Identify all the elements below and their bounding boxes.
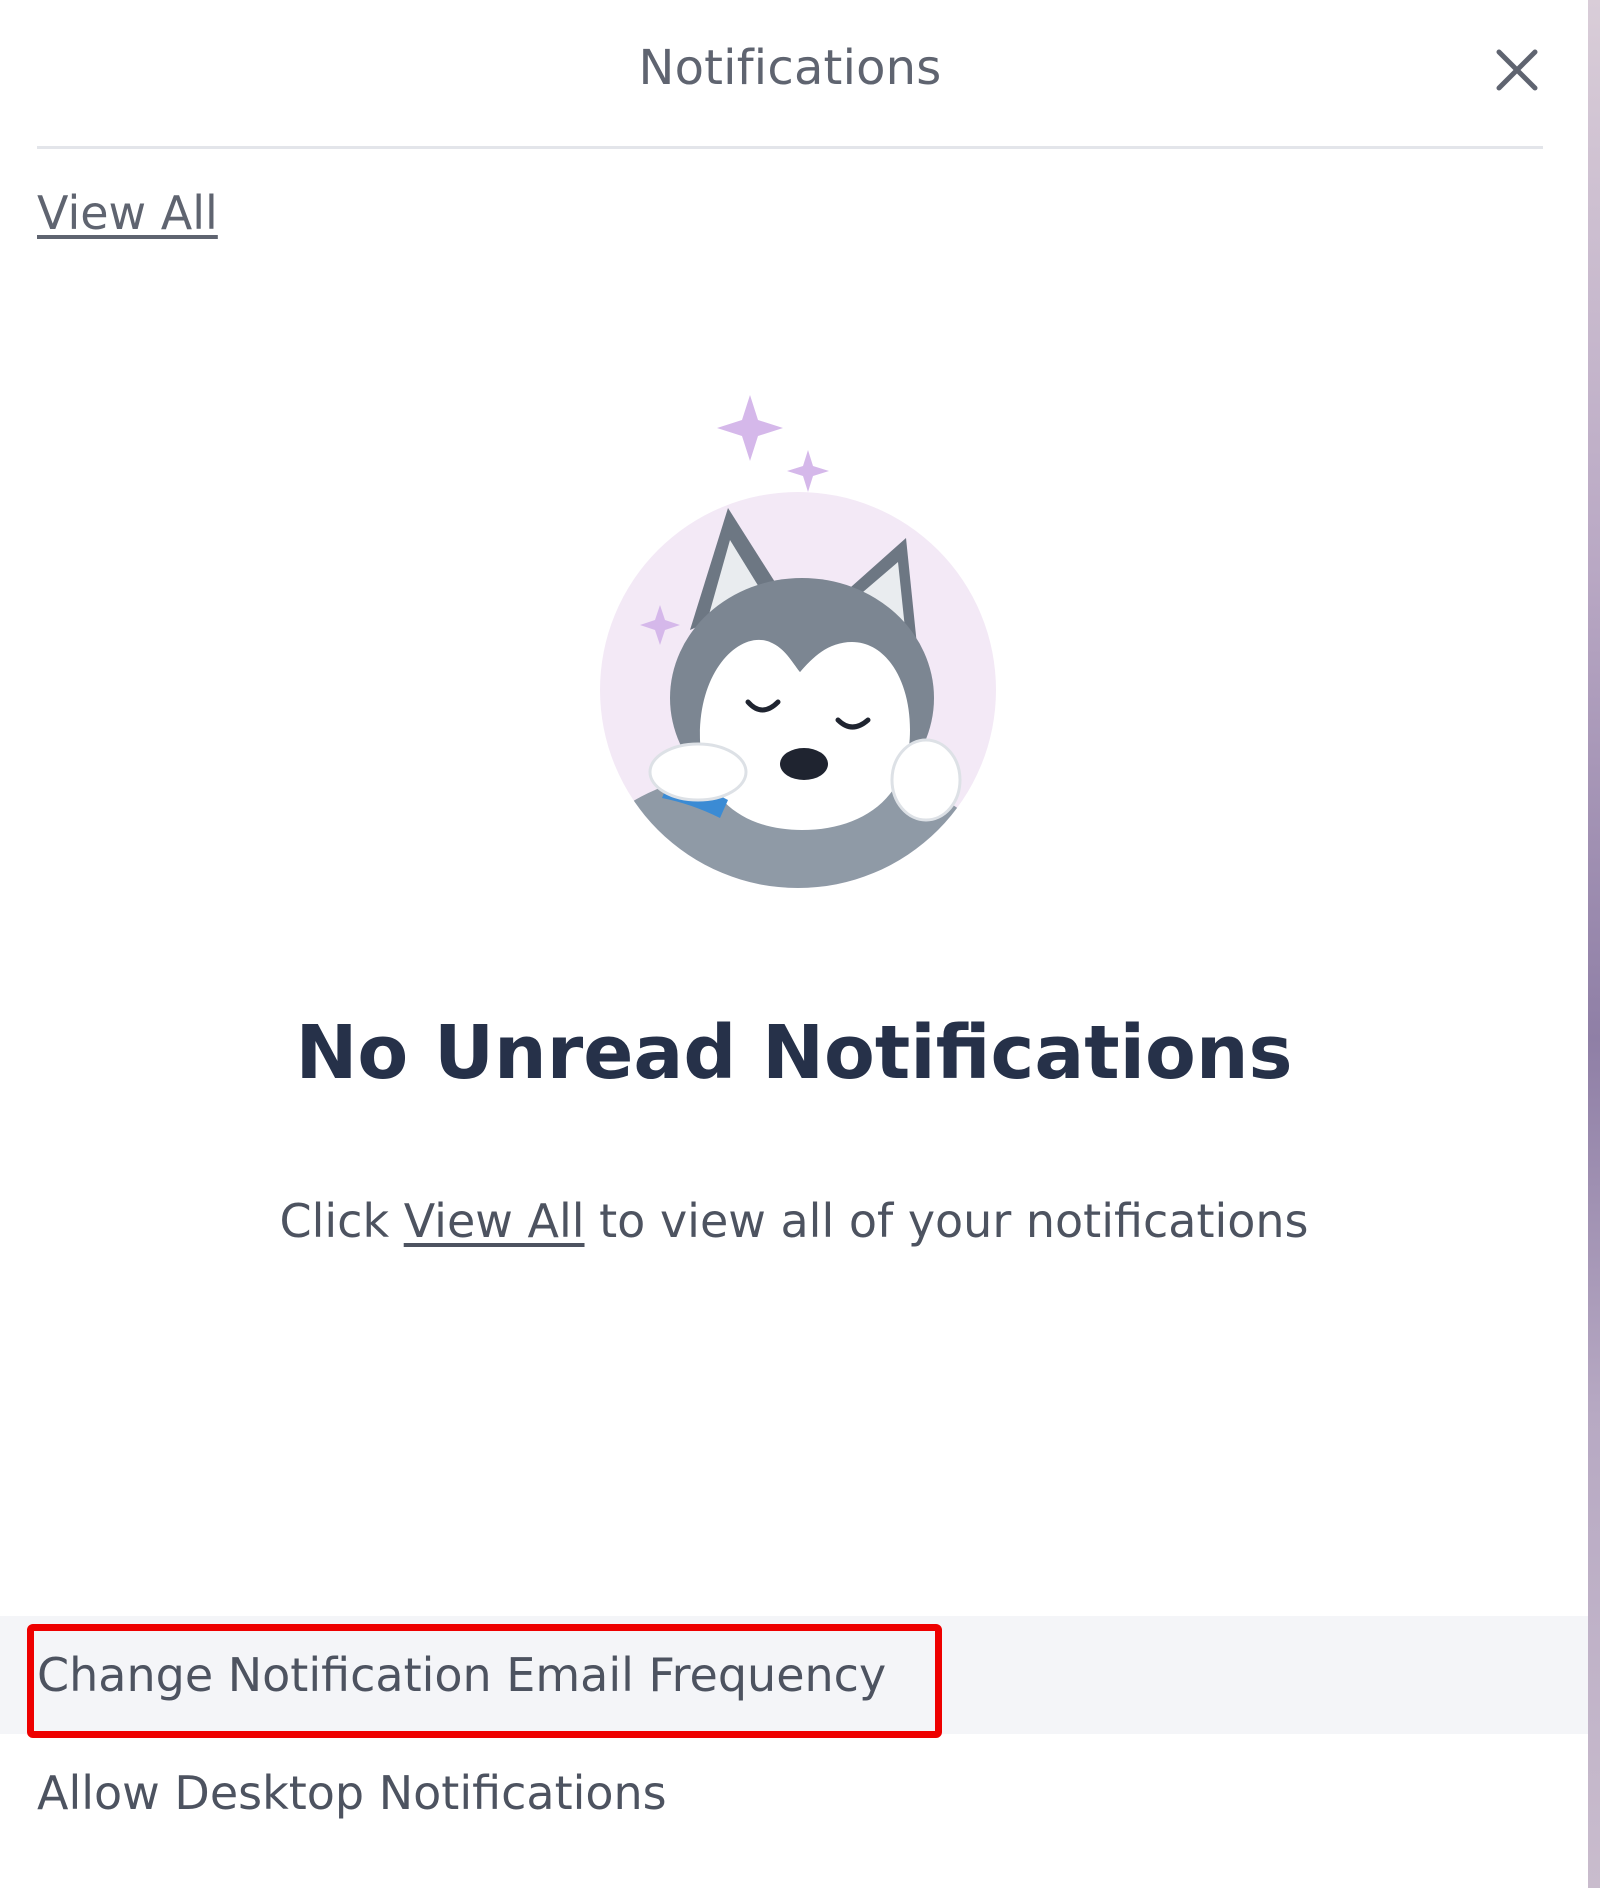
sparkle-icon	[717, 395, 783, 461]
change-email-frequency-item[interactable]: Change Notification Email Frequency	[0, 1616, 1588, 1734]
panel-title: Notifications	[638, 40, 942, 96]
notifications-page: Notifications View All No Unread Notific…	[0, 0, 1600, 1888]
empty-state-message-suffix: to view all of your notifications	[584, 1194, 1309, 1248]
notifications-panel: Notifications View All No Unread Notific…	[0, 0, 1588, 1888]
background-app-strip	[1588, 0, 1600, 1888]
view-all-inline-link[interactable]: View All	[404, 1194, 585, 1248]
allow-desktop-notifications-item[interactable]: Allow Desktop Notifications	[0, 1734, 1588, 1852]
panel-header: Notifications	[37, 0, 1543, 149]
view-all-link[interactable]: View All	[37, 186, 218, 240]
empty-state-title: No Unread Notifications	[295, 1010, 1293, 1096]
close-button[interactable]	[1491, 44, 1543, 96]
sleeping-husky-illustration	[580, 380, 1020, 900]
sparkle-icon	[787, 450, 829, 492]
close-icon	[1496, 49, 1538, 91]
empty-state-message-prefix: Click	[279, 1194, 404, 1248]
empty-state-message: Click View All to view all of your notif…	[0, 1194, 1588, 1248]
